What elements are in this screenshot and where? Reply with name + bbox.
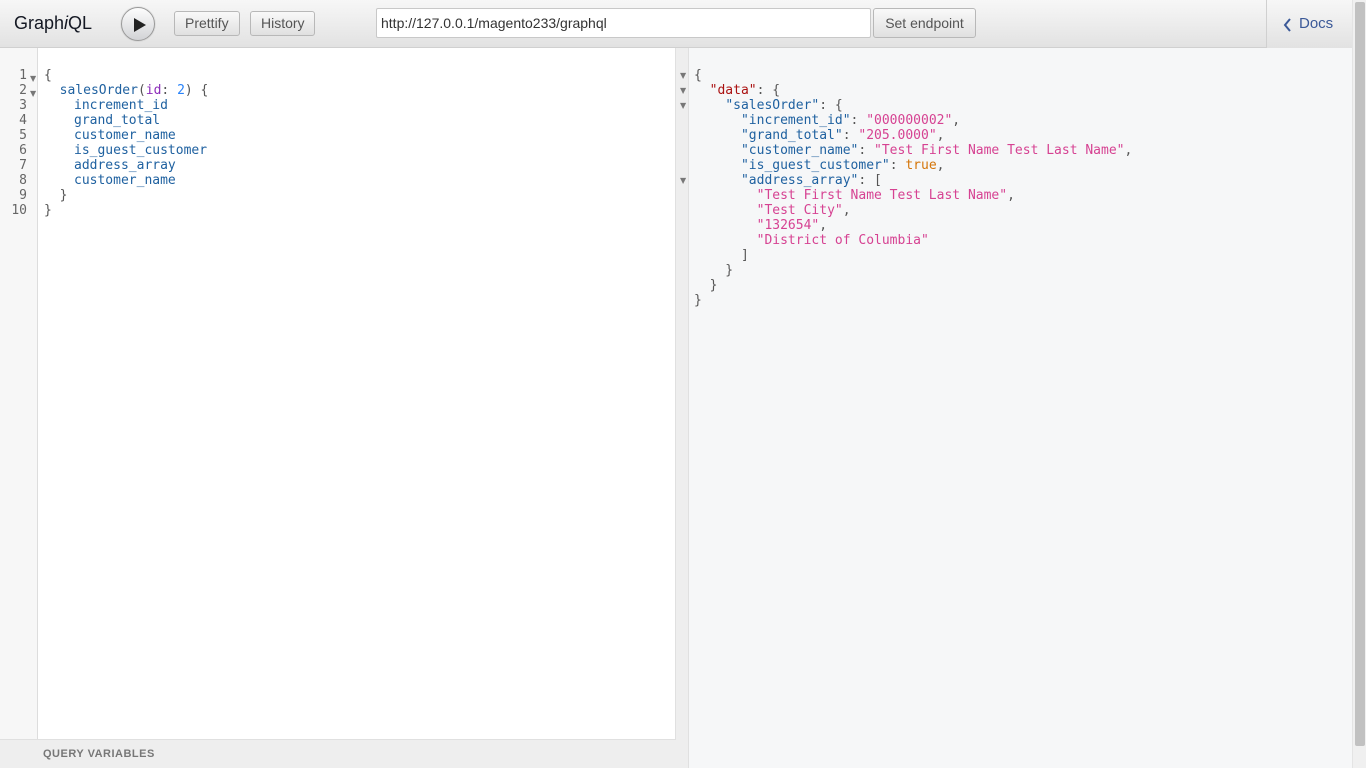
window-scrollbar[interactable] <box>1352 0 1366 768</box>
fold-arrow-icon[interactable]: ▼ <box>680 176 686 185</box>
result-key: "is_guest_customer" <box>740 158 890 173</box>
result-viewer: ▼ ▼ ▼ ▼ { "data": { "salesOrder": { "inc… <box>676 48 1352 768</box>
code-line: } <box>44 188 68 203</box>
app-title: GraphiQL <box>14 13 92 34</box>
line-number: 5 <box>19 128 27 143</box>
app-title-suffix: QL <box>68 13 93 33</box>
query-field: customer_name <box>74 128 176 143</box>
result-line: "address_array": [ <box>740 173 882 188</box>
line-number: 7 <box>19 158 27 173</box>
result-key: "customer_name" <box>740 143 859 158</box>
result-line: "132654", <box>756 218 828 233</box>
code-line: } <box>44 203 52 218</box>
result-key: "grand_total" <box>740 128 843 143</box>
fold-arrow-icon[interactable]: ▼ <box>680 101 686 110</box>
set-endpoint-button[interactable]: Set endpoint <box>873 8 976 38</box>
app-title-prefix: Graph <box>14 13 65 33</box>
docs-button[interactable]: Docs <box>1266 0 1352 48</box>
result-value: "Test First Name Test Last Name" <box>874 143 1125 158</box>
line-number-gutter: 1 ▼ 2 ▼ 3 4 5 6 7 8 9 10 <box>0 48 38 739</box>
result-data-key: "data" <box>709 83 757 98</box>
history-button[interactable]: History <box>250 11 315 36</box>
query-field: grand_total <box>74 113 161 128</box>
result-line: "grand_total": "205.0000", <box>740 128 945 143</box>
line-number: 4 <box>19 113 27 128</box>
result-line: "data": { <box>709 83 781 98</box>
code-line: { <box>44 68 52 83</box>
line-number: 3 <box>19 98 27 113</box>
query-field: is_guest_customer <box>74 143 208 158</box>
result-value: "205.0000" <box>858 128 937 143</box>
query-field: increment_id <box>74 98 168 113</box>
query-variables-toggle[interactable]: QUERY VARIABLES <box>0 739 676 768</box>
line-number: 8 <box>19 173 27 188</box>
result-line: } <box>694 278 718 293</box>
fold-arrow-icon[interactable]: ▼ <box>680 71 686 80</box>
result-array-value: "Test City" <box>756 203 843 218</box>
result-line: ] <box>694 248 749 263</box>
result-fold-gutter: ▼ ▼ ▼ ▼ <box>676 48 689 768</box>
line-number: 1 <box>19 68 27 83</box>
query-arg-name: id <box>145 83 162 98</box>
line-number: 10 <box>11 203 27 218</box>
result-line: "salesOrder": { <box>725 98 843 113</box>
endpoint-input[interactable]: http://127.0.0.1/magento233/graphql <box>376 8 871 38</box>
result-line: "Test City", <box>756 203 851 218</box>
docs-label: Docs <box>1299 15 1334 32</box>
result-line: } <box>694 293 702 308</box>
result-line: "Test First Name Test Last Name", <box>756 188 1015 203</box>
result-array-value: "District of Columbia" <box>756 233 929 248</box>
line-number: 6 <box>19 143 27 158</box>
result-line: "customer_name": "Test First Name Test L… <box>740 143 1133 158</box>
query-arg-value: 2 <box>177 83 185 98</box>
result-line: "increment_id": "000000002", <box>740 113 961 128</box>
prettify-button[interactable]: Prettify <box>174 11 240 36</box>
scrollbar-thumb[interactable] <box>1355 2 1365 746</box>
result-array-value: "132654" <box>756 218 820 233</box>
chevron-left-icon <box>1283 18 1291 32</box>
line-number: 2 <box>19 83 27 98</box>
result-line: "District of Columbia" <box>694 233 929 248</box>
result-key: "increment_id" <box>740 113 851 128</box>
result-array-key: "address_array" <box>740 173 859 188</box>
fold-arrow-icon[interactable]: ▼ <box>30 71 36 86</box>
fold-arrow-icon[interactable]: ▼ <box>30 86 36 101</box>
query-field: address_array <box>74 158 176 173</box>
result-root-key: "salesOrder" <box>725 98 820 113</box>
result-array-value: "Test First Name Test Last Name" <box>756 188 1008 203</box>
code-line: salesOrder(id: 2) { <box>59 83 209 98</box>
result-line: "is_guest_customer": true, <box>740 158 945 173</box>
line-number: 9 <box>19 188 27 203</box>
fold-arrow-icon[interactable]: ▼ <box>680 86 686 95</box>
execute-query-button[interactable] <box>121 7 155 41</box>
result-value: "000000002" <box>866 113 953 128</box>
result-line: { <box>694 68 702 83</box>
query-editor[interactable]: 1 ▼ 2 ▼ 3 4 5 6 7 8 9 10 { salesOrder(id… <box>0 48 676 768</box>
result-line: } <box>694 263 734 278</box>
play-icon <box>134 18 146 32</box>
query-field: customer_name <box>74 173 176 188</box>
result-value: true <box>905 158 937 173</box>
query-operation: salesOrder <box>59 83 138 98</box>
top-toolbar: GraphiQL Prettify History http://127.0.0… <box>0 0 1352 48</box>
